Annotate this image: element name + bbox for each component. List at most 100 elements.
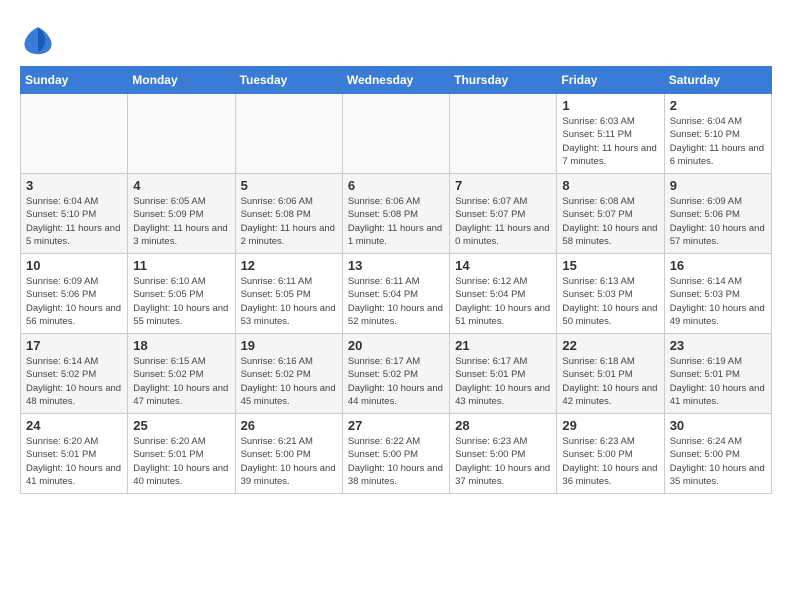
calendar-cell: 16 Sunrise: 6:14 AMSunset: 5:03 PMDayligh… — [664, 254, 771, 334]
day-number: 21 — [455, 338, 551, 353]
weekday-header-wednesday: Wednesday — [342, 67, 449, 94]
calendar-table: SundayMondayTuesdayWednesdayThursdayFrid… — [20, 66, 772, 494]
day-number: 30 — [670, 418, 766, 433]
day-number: 6 — [348, 178, 444, 193]
day-info: Sunrise: 6:11 AMSunset: 5:05 PMDaylight:… — [241, 275, 337, 328]
day-number: 27 — [348, 418, 444, 433]
weekday-header-saturday: Saturday — [664, 67, 771, 94]
day-number: 28 — [455, 418, 551, 433]
weekday-header-tuesday: Tuesday — [235, 67, 342, 94]
day-info: Sunrise: 6:22 AMSunset: 5:00 PMDaylight:… — [348, 435, 444, 488]
day-info: Sunrise: 6:03 AMSunset: 5:11 PMDaylight:… — [562, 115, 658, 168]
day-number: 11 — [133, 258, 229, 273]
calendar-cell: 26 Sunrise: 6:21 AMSunset: 5:00 PMDayligh… — [235, 414, 342, 494]
day-info: Sunrise: 6:11 AMSunset: 5:04 PMDaylight:… — [348, 275, 444, 328]
weekday-header-sunday: Sunday — [21, 67, 128, 94]
day-info: Sunrise: 6:08 AMSunset: 5:07 PMDaylight:… — [562, 195, 658, 248]
calendar-cell: 13 Sunrise: 6:11 AMSunset: 5:04 PMDayligh… — [342, 254, 449, 334]
calendar-cell — [21, 94, 128, 174]
day-number: 23 — [670, 338, 766, 353]
calendar-cell: 19 Sunrise: 6:16 AMSunset: 5:02 PMDayligh… — [235, 334, 342, 414]
day-info: Sunrise: 6:16 AMSunset: 5:02 PMDaylight:… — [241, 355, 337, 408]
day-number: 24 — [26, 418, 122, 433]
day-number: 1 — [562, 98, 658, 113]
day-number: 10 — [26, 258, 122, 273]
day-info: Sunrise: 6:09 AMSunset: 5:06 PMDaylight:… — [670, 195, 766, 248]
calendar-cell: 29 Sunrise: 6:23 AMSunset: 5:00 PMDayligh… — [557, 414, 664, 494]
calendar-cell — [128, 94, 235, 174]
logo-icon — [20, 20, 56, 56]
calendar-cell: 7 Sunrise: 6:07 AMSunset: 5:07 PMDaylight… — [450, 174, 557, 254]
page-header — [20, 20, 772, 56]
day-number: 26 — [241, 418, 337, 433]
day-info: Sunrise: 6:15 AMSunset: 5:02 PMDaylight:… — [133, 355, 229, 408]
day-info: Sunrise: 6:04 AMSunset: 5:10 PMDaylight:… — [26, 195, 122, 248]
day-number: 12 — [241, 258, 337, 273]
calendar-cell: 5Sunrise: 6:06 AMSunset: 5:08 PMDaylight… — [235, 174, 342, 254]
calendar-cell: 4 Sunrise: 6:05 AMSunset: 5:09 PMDaylight… — [128, 174, 235, 254]
day-info: Sunrise: 6:14 AMSunset: 5:02 PMDaylight:… — [26, 355, 122, 408]
calendar-cell: 15 Sunrise: 6:13 AMSunset: 5:03 PMDayligh… — [557, 254, 664, 334]
calendar-cell: 14 Sunrise: 6:12 AMSunset: 5:04 PMDayligh… — [450, 254, 557, 334]
day-number: 15 — [562, 258, 658, 273]
day-number: 9 — [670, 178, 766, 193]
logo — [20, 20, 62, 56]
day-number: 25 — [133, 418, 229, 433]
calendar-cell: 25 Sunrise: 6:20 AMSunset: 5:01 PMDayligh… — [128, 414, 235, 494]
calendar-cell: 1 Sunrise: 6:03 AMSunset: 5:11 PMDaylight… — [557, 94, 664, 174]
day-info: Sunrise: 6:05 AMSunset: 5:09 PMDaylight:… — [133, 195, 229, 248]
day-number: 22 — [562, 338, 658, 353]
calendar-cell: 10 Sunrise: 6:09 AMSunset: 5:06 PMDayligh… — [21, 254, 128, 334]
day-number: 16 — [670, 258, 766, 273]
day-number: 8 — [562, 178, 658, 193]
calendar-week-row: 10 Sunrise: 6:09 AMSunset: 5:06 PMDayligh… — [21, 254, 772, 334]
day-number: 13 — [348, 258, 444, 273]
day-info: Sunrise: 6:17 AMSunset: 5:01 PMDaylight:… — [455, 355, 551, 408]
calendar-cell: 9 Sunrise: 6:09 AMSunset: 5:06 PMDaylight… — [664, 174, 771, 254]
calendar-cell: 18 Sunrise: 6:15 AMSunset: 5:02 PMDayligh… — [128, 334, 235, 414]
calendar-cell: 17 Sunrise: 6:14 AMSunset: 5:02 PMDayligh… — [21, 334, 128, 414]
day-info: Sunrise: 6:23 AMSunset: 5:00 PMDaylight:… — [455, 435, 551, 488]
day-info: Sunrise: 6:06 AMSunset: 5:08 PMDaylight:… — [348, 195, 444, 248]
day-info: Sunrise: 6:12 AMSunset: 5:04 PMDaylight:… — [455, 275, 551, 328]
day-info: Sunrise: 6:09 AMSunset: 5:06 PMDaylight:… — [26, 275, 122, 328]
calendar-cell: 20Sunrise: 6:17 AMSunset: 5:02 PMDayligh… — [342, 334, 449, 414]
calendar-week-row: 3Sunrise: 6:04 AMSunset: 5:10 PMDaylight… — [21, 174, 772, 254]
weekday-header-monday: Monday — [128, 67, 235, 94]
day-number: 4 — [133, 178, 229, 193]
day-number: 14 — [455, 258, 551, 273]
day-number: 17 — [26, 338, 122, 353]
day-info: Sunrise: 6:18 AMSunset: 5:01 PMDaylight:… — [562, 355, 658, 408]
day-info: Sunrise: 6:24 AMSunset: 5:00 PMDaylight:… — [670, 435, 766, 488]
calendar-cell: 30 Sunrise: 6:24 AMSunset: 5:00 PMDayligh… — [664, 414, 771, 494]
calendar-cell: 12 Sunrise: 6:11 AMSunset: 5:05 PMDayligh… — [235, 254, 342, 334]
day-info: Sunrise: 6:19 AMSunset: 5:01 PMDaylight:… — [670, 355, 766, 408]
calendar-week-row: 1 Sunrise: 6:03 AMSunset: 5:11 PMDaylight… — [21, 94, 772, 174]
calendar-cell: 24 Sunrise: 6:20 AMSunset: 5:01 PMDayligh… — [21, 414, 128, 494]
calendar-cell: 22 Sunrise: 6:18 AMSunset: 5:01 PMDayligh… — [557, 334, 664, 414]
day-info: Sunrise: 6:14 AMSunset: 5:03 PMDaylight:… — [670, 275, 766, 328]
day-info: Sunrise: 6:21 AMSunset: 5:00 PMDaylight:… — [241, 435, 337, 488]
day-number: 7 — [455, 178, 551, 193]
calendar-cell: 11 Sunrise: 6:10 AMSunset: 5:05 PMDayligh… — [128, 254, 235, 334]
calendar-week-row: 24 Sunrise: 6:20 AMSunset: 5:01 PMDayligh… — [21, 414, 772, 494]
day-info: Sunrise: 6:20 AMSunset: 5:01 PMDaylight:… — [133, 435, 229, 488]
day-number: 29 — [562, 418, 658, 433]
day-number: 2 — [670, 98, 766, 113]
day-info: Sunrise: 6:23 AMSunset: 5:00 PMDaylight:… — [562, 435, 658, 488]
weekday-header-friday: Friday — [557, 67, 664, 94]
day-info: Sunrise: 6:13 AMSunset: 5:03 PMDaylight:… — [562, 275, 658, 328]
calendar-cell — [342, 94, 449, 174]
calendar-cell — [235, 94, 342, 174]
calendar-cell: 21 Sunrise: 6:17 AMSunset: 5:01 PMDayligh… — [450, 334, 557, 414]
day-info: Sunrise: 6:10 AMSunset: 5:05 PMDaylight:… — [133, 275, 229, 328]
day-info: Sunrise: 6:20 AMSunset: 5:01 PMDaylight:… — [26, 435, 122, 488]
day-number: 18 — [133, 338, 229, 353]
day-info: Sunrise: 6:07 AMSunset: 5:07 PMDaylight:… — [455, 195, 551, 248]
day-info: Sunrise: 6:04 AMSunset: 5:10 PMDaylight:… — [670, 115, 766, 168]
calendar-week-row: 17 Sunrise: 6:14 AMSunset: 5:02 PMDayligh… — [21, 334, 772, 414]
day-number: 20 — [348, 338, 444, 353]
day-number: 19 — [241, 338, 337, 353]
calendar-cell — [450, 94, 557, 174]
calendar-cell: 28 Sunrise: 6:23 AMSunset: 5:00 PMDayligh… — [450, 414, 557, 494]
